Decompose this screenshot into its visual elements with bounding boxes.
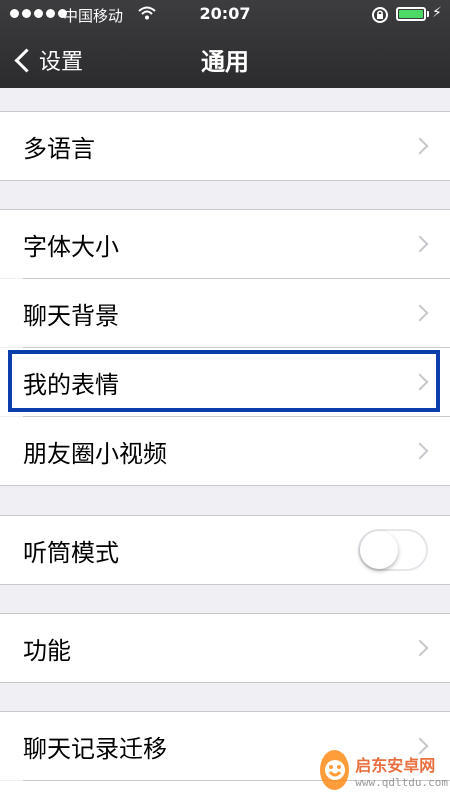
divider <box>0 682 450 683</box>
row-label: 朋友圈小视频 <box>23 439 167 468</box>
chevron-right-icon <box>411 304 429 322</box>
row-font-size[interactable]: 字体大小 <box>0 210 450 278</box>
row-moments-video[interactable]: 朋友圈小视频 <box>0 417 450 485</box>
row-my-stickers[interactable]: 我的表情 <box>0 348 450 416</box>
divider <box>0 180 450 181</box>
row-earpiece-mode: 听筒模式 <box>0 516 450 584</box>
toggle-knob <box>360 531 398 569</box>
rotation-lock-icon <box>372 7 388 23</box>
row-label: 字体大小 <box>23 232 119 261</box>
page-title: 通用 <box>201 48 249 76</box>
watermark-title: 启东安卓网 <box>355 755 436 775</box>
row-label: 听筒模式 <box>23 538 119 567</box>
battery-icon <box>396 7 426 21</box>
battery-tip <box>427 11 429 17</box>
charging-icon: ⚡ <box>432 5 442 21</box>
chevron-right-icon <box>411 639 429 657</box>
row-label: 多语言 <box>23 134 95 163</box>
divider <box>0 485 450 486</box>
watermark-url: www.qdltdu.com <box>355 775 448 789</box>
chevron-right-icon <box>411 442 429 460</box>
chevron-right-icon <box>411 373 429 391</box>
earpiece-mode-toggle[interactable] <box>358 529 428 571</box>
top-bar: 中国移动 20:07 ⚡ 设置 通用 <box>0 0 450 88</box>
row-multilanguage[interactable]: 多语言 <box>0 112 450 180</box>
watermark: 启东安卓网 www.qdltdu.com <box>320 742 448 798</box>
row-label: 聊天记录迁移 <box>23 734 167 763</box>
watermark-logo-icon <box>320 750 350 790</box>
chevron-right-icon <box>411 137 429 155</box>
row-chat-background[interactable]: 聊天背景 <box>0 279 450 347</box>
row-features[interactable]: 功能 <box>0 614 450 682</box>
divider <box>0 584 450 585</box>
row-label: 功能 <box>23 636 71 665</box>
row-label: 我的表情 <box>23 370 119 399</box>
status-bar: 中国移动 20:07 ⚡ <box>0 0 450 30</box>
row-label: 聊天背景 <box>23 301 119 330</box>
chevron-right-icon <box>411 235 429 253</box>
